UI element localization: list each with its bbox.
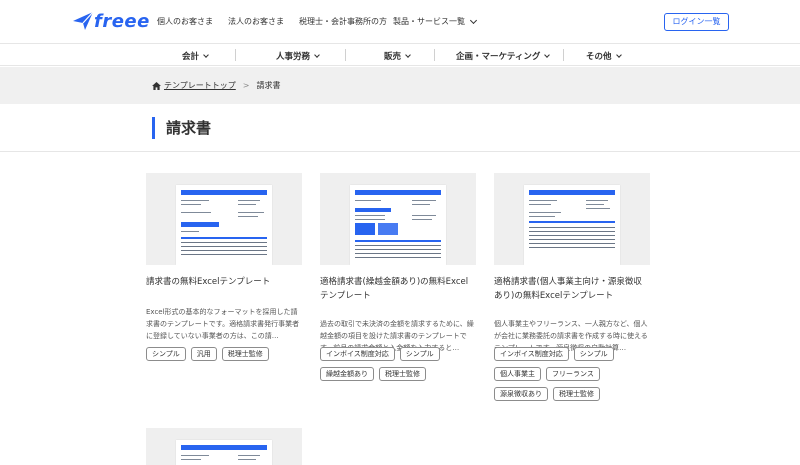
subnav-label: その他 [586, 52, 612, 62]
home-icon [152, 81, 161, 90]
subnav-marketing[interactable]: 企画・マーケティング [456, 50, 551, 62]
tag-list: インボイス制度対応 シンプル 個人事業主 フリーランス 源泉徴収あり 税理士監修 [494, 347, 654, 407]
tag[interactable]: フリーランス [546, 367, 600, 381]
tag[interactable]: 汎用 [190, 347, 217, 361]
chevron-down-icon [405, 52, 411, 58]
tag[interactable]: シンプル [573, 347, 614, 361]
breadcrumb: テンプレートトップ > 請求書 [152, 80, 280, 91]
template-card[interactable]: 請求書の無料Excelテンプレート Excel形式の基本的なフォーマットを採用し… [146, 173, 302, 373]
subnav-accounting[interactable]: 会計 [182, 50, 209, 62]
invoice-preview-image [524, 185, 620, 265]
template-card[interactable]: 適格請求書(繰越金額あり)の無料Excelテンプレート 過去の取引で未決済の金額… [320, 173, 476, 393]
breadcrumb-home-link[interactable]: テンプレートトップ [164, 80, 236, 91]
tag[interactable]: 源泉徴収あり [494, 387, 548, 401]
divider [0, 151, 800, 152]
subnav-label: 企画・マーケティング [456, 52, 541, 62]
nav-accountant[interactable]: 税理士・会計事務所の方 [299, 16, 387, 27]
template-card[interactable] [146, 428, 302, 465]
subnav-hr[interactable]: 人事労務 [276, 50, 320, 62]
tag[interactable]: 税理士監修 [553, 387, 600, 401]
card-title[interactable]: 請求書の無料Excelテンプレート [146, 275, 302, 289]
category-nav: 会計 人事労務 販売 企画・マーケティング その他 [0, 44, 800, 66]
subnav-sales[interactable]: 販売 [384, 50, 411, 62]
divider [563, 49, 564, 61]
site-header: freee 個人のお客さま 法人のお客さま 税理士・会計事務所の方 製品・サービ… [0, 0, 800, 44]
bird-logo-icon [73, 11, 94, 30]
tag[interactable]: インボイス制度対応 [320, 347, 395, 361]
products-label: 製品・サービス一覧 [393, 17, 465, 26]
products-menu[interactable]: 製品・サービス一覧 [393, 16, 478, 27]
invoice-preview-image [176, 185, 272, 265]
top-nav: 個人のお客さま 法人のお客さま 税理士・会計事務所の方 [157, 16, 402, 27]
subnav-label: 人事労務 [276, 52, 311, 62]
template-thumbnail[interactable] [146, 428, 302, 465]
divider [434, 49, 435, 61]
divider [235, 49, 236, 61]
chevron-down-icon [203, 52, 209, 58]
breadcrumb-current: 請求書 [256, 81, 281, 90]
card-description: Excel形式の基本的なフォーマットを採用した請求書のテンプレートです。適格請求… [146, 308, 300, 340]
chevron-down-icon [615, 52, 622, 58]
template-thumbnail[interactable] [146, 173, 302, 265]
chevron-down-icon [544, 52, 551, 58]
template-thumbnail[interactable] [320, 173, 476, 265]
tag[interactable]: 税理士監修 [221, 347, 269, 361]
card-title[interactable]: 適格請求書(繰越金額あり)の無料Excelテンプレート [320, 275, 476, 303]
subnav-label: 販売 [384, 52, 402, 62]
nav-corporate[interactable]: 法人のお客さま [228, 16, 284, 27]
nav-individual[interactable]: 個人のお客さま [157, 16, 213, 27]
breadcrumb-band: テンプレートトップ > 請求書 [0, 67, 800, 104]
chevron-down-icon [314, 52, 320, 58]
tag[interactable]: シンプル [399, 347, 440, 361]
divider [345, 49, 346, 61]
tag[interactable]: 税理士監修 [379, 367, 426, 381]
tag[interactable]: シンプル [146, 347, 186, 361]
invoice-preview-image [350, 185, 446, 265]
page-title: 請求書 [152, 117, 211, 139]
template-thumbnail[interactable] [494, 173, 650, 265]
tag-list: インボイス制度対応 シンプル 繰越金額あり 税理士監修 [320, 347, 480, 387]
tag[interactable]: 繰越金額あり [320, 367, 374, 381]
card-title[interactable]: 適格請求書(個人事業主向け・源泉徴収あり)の無料Excelテンプレート [494, 275, 650, 303]
tag-list: シンプル 汎用 税理士監修 [146, 347, 306, 367]
freee-logo[interactable]: freee [72, 10, 149, 32]
template-card[interactable]: 適格請求書(個人事業主向け・源泉徴収あり)の無料Excelテンプレート 個人事業… [494, 173, 650, 413]
breadcrumb-separator-icon: > [242, 81, 250, 90]
login-button[interactable]: ログイン一覧 [664, 13, 729, 31]
invoice-preview-image [176, 440, 272, 465]
chevron-down-icon [469, 16, 478, 24]
logo-text: freee [94, 11, 150, 32]
subnav-other[interactable]: その他 [586, 50, 622, 62]
subnav-label: 会計 [182, 52, 200, 62]
tag[interactable]: 個人事業主 [494, 367, 541, 381]
tag[interactable]: インボイス制度対応 [494, 347, 569, 361]
